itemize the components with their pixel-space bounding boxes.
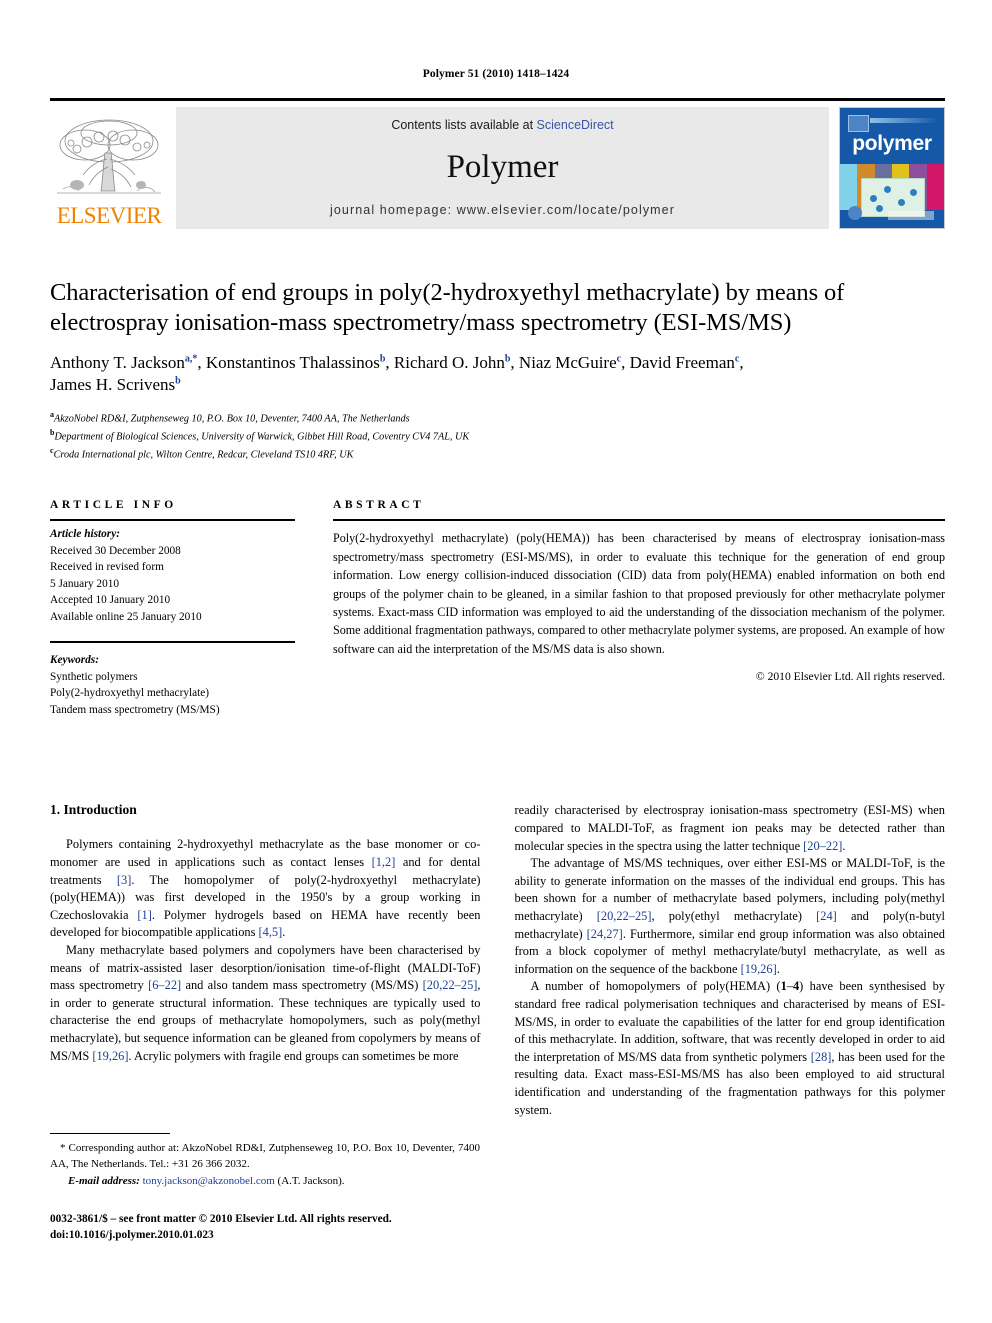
affiliation-text: AkzoNobel RD&I, Zutphenseweg 10, P.O. Bo… (54, 413, 410, 425)
elsevier-wordmark: ELSEVIER (56, 203, 162, 228)
history-item: Received 30 December 2008 (50, 544, 181, 557)
affiliation-item: bDepartment of Biological Sciences, Univ… (50, 427, 945, 445)
author-affil-mark: c (616, 353, 622, 365)
paragraph: Polymers containing 2-hydroxyethyl metha… (50, 837, 481, 940)
affiliation-text: Croda International plc, Wilton Centre, … (53, 449, 354, 461)
page-footer: 0032-3861/$ – see front matter © 2010 El… (50, 1211, 392, 1244)
keyword-item: Synthetic polymers (50, 670, 138, 683)
info-abstract-region: ARTICLE INFO Article history: Received 3… (50, 499, 945, 718)
abstract-text: Poly(2-hydroxyethyl methacrylate) (poly(… (333, 531, 945, 656)
citation-ref[interactable]: [4,5] (259, 925, 283, 939)
affiliation-text: Department of Biological Sciences, Unive… (54, 431, 470, 443)
author-affil-mark: b (175, 375, 181, 387)
footer-issn-line: 0032-3861/$ – see front matter © 2010 El… (50, 1213, 392, 1225)
body-column-right: readily characterised by electrospray io… (515, 802, 946, 1119)
affiliation-item: cCroda International plc, Wilton Centre,… (50, 445, 945, 463)
history-item: 5 January 2010 (50, 577, 120, 590)
paragraph: A number of homopolymers of poly(HEMA) (… (514, 979, 946, 1117)
affiliation-list: aAkzoNobel RD&I, Zutphenseweg 10, P.O. B… (50, 409, 945, 464)
history-item: Accepted 10 January 2010 (50, 594, 171, 607)
title-block: Characterisation of end groups in poly(2… (50, 278, 945, 463)
cover-publisher-badge-icon (848, 115, 869, 132)
citation-ref[interactable]: [28] (811, 1050, 832, 1064)
journal-cover-image: polymer (839, 107, 945, 229)
history-item: Received in revised form (50, 561, 164, 574)
citation-ref[interactable]: [24,27] (587, 927, 623, 941)
journal-masthead: ELSEVIER Contents lists available at Sci… (50, 98, 945, 229)
citation-ref[interactable]: [1,2] (372, 855, 396, 869)
email-note: E-mail address: tony.jackson@akzonobel.c… (50, 1174, 480, 1190)
cover-society-logo-icon (848, 206, 862, 220)
keyword-item: Tandem mass spectrometry (MS/MS) (50, 703, 220, 716)
citation-ref[interactable]: [3] (117, 873, 131, 887)
contents-list-line: Contents lists available at ScienceDirec… (391, 118, 613, 132)
abstract-copyright: © 2010 Elsevier Ltd. All rights reserved… (755, 670, 945, 684)
section-heading-introduction: 1. Introduction (50, 802, 137, 818)
keywords-rule (50, 641, 295, 644)
citation-ref[interactable]: [20,22–25] (597, 909, 652, 923)
citation-ref[interactable]: [24] (816, 909, 837, 923)
abstract-heading: ABSTRACT (333, 499, 425, 512)
citation-ref[interactable]: [19,26] (92, 1049, 128, 1063)
email-link[interactable]: tony.jackson@akzonobel.com (143, 1175, 275, 1187)
article-history-block: Article history: Received 30 December 20… (50, 521, 295, 625)
contents-prefix: Contents lists available at (391, 118, 537, 132)
journal-title: Polymer (446, 149, 559, 185)
email-label: E-mail address: (68, 1175, 140, 1188)
corresponding-author-note: * Corresponding author at: AkzoNobel RD&… (50, 1142, 480, 1170)
author-affil-mark: c (734, 353, 740, 365)
keywords-label: Keywords: (50, 654, 99, 667)
footnote-block: * Corresponding author at: AkzoNobel RD&… (50, 1133, 480, 1190)
cover-footer-mark (888, 211, 934, 220)
sciencedirect-link[interactable]: ScienceDirect (537, 118, 614, 132)
footnote-rule (50, 1133, 170, 1134)
cover-title: polymer (852, 132, 932, 155)
running-head: Polymer 51 (2010) 1418–1424 (422, 68, 570, 80)
keyword-item: Poly(2-hydroxyethyl methacrylate) (50, 687, 210, 700)
email-suffix: (A.T. Jackson). (277, 1175, 345, 1188)
article-info-column: ARTICLE INFO Article history: Received 3… (50, 499, 295, 718)
elsevier-logo: ELSEVIER (50, 107, 168, 229)
page-title: Characterisation of end groups in poly(2… (50, 279, 845, 336)
abstract-column: ABSTRACT Poly(2-hydroxyethyl methacrylat… (333, 499, 945, 718)
footer-doi-line: doi:10.1016/j.polymer.2010.01.023 (50, 1229, 214, 1242)
article-info-heading: ARTICLE INFO (50, 499, 177, 512)
citation-ref[interactable]: [20–22] (803, 839, 842, 853)
paper-page: Polymer 51 (2010) 1418–1424 ELSEVIER Con… (0, 0, 992, 1323)
author-list: Anthony T. Jacksona,*, Konstantinos Thal… (50, 352, 744, 395)
affiliation-item: aAkzoNobel RD&I, Zutphenseweg 10, P.O. B… (50, 409, 945, 427)
paragraph: The advantage of MS/MS techniques, over … (514, 856, 946, 976)
citation-ref[interactable]: [1] (137, 908, 151, 922)
body-columns: 1. Introduction Polymers containing 2-hy… (50, 802, 945, 1119)
citation-ref[interactable]: [20,22–25] (423, 978, 478, 992)
history-item: Available online 25 January 2010 (50, 610, 202, 623)
elsevier-tree-icon (53, 115, 165, 203)
body-column-left: 1. Introduction Polymers containing 2-hy… (50, 802, 481, 1119)
citation-ref[interactable]: [19,26] (741, 962, 777, 976)
author-affil-mark: b (504, 353, 511, 365)
paragraph: Many methacrylate based polymers and cop… (50, 942, 481, 1063)
keywords-block: Keywords: Synthetic polymers Poly(2-hydr… (50, 647, 295, 718)
citation-ref[interactable]: [6–22] (148, 978, 181, 992)
author-affil-mark: a,* (184, 353, 198, 365)
journal-homepage-link[interactable]: journal homepage: www.elsevier.com/locat… (330, 203, 675, 217)
article-history-label: Article history: (50, 528, 120, 541)
masthead-center-panel: Contents lists available at ScienceDirec… (176, 107, 829, 229)
author-affil-mark: b (379, 353, 386, 365)
cover-stripe (870, 118, 938, 123)
paragraph: readily characterised by electrospray io… (514, 803, 946, 853)
